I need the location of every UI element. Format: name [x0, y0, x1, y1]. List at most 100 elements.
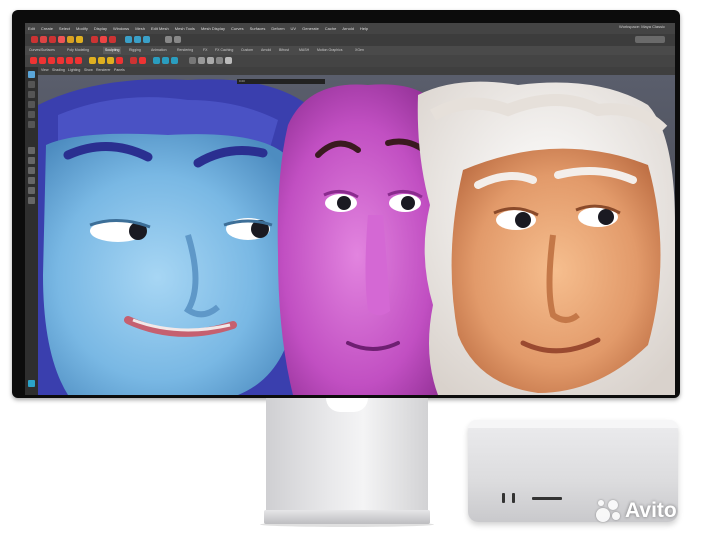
menu-edit-mesh[interactable]: Edit Mesh [148, 26, 172, 31]
menu-generate[interactable]: Generate [299, 26, 322, 31]
shelf-smooth-icon[interactable] [98, 57, 105, 64]
hypershade-icon[interactable] [165, 36, 172, 43]
render-view-icon[interactable] [174, 36, 181, 43]
menu-help[interactable]: Help [357, 26, 371, 31]
panel-panels[interactable]: Panels [114, 68, 125, 72]
search-field[interactable] [635, 36, 665, 43]
ipr-render-icon[interactable] [134, 36, 141, 43]
shelf-scrape-icon[interactable] [207, 57, 214, 64]
panel-shading[interactable]: Shading [52, 68, 65, 72]
move-icon[interactable] [28, 81, 35, 88]
shelf-cube-icon[interactable] [39, 57, 46, 64]
menu-modify[interactable]: Modify [73, 26, 91, 31]
menu-create[interactable]: Create [38, 26, 56, 31]
render-icon[interactable] [125, 36, 132, 43]
paint-select-icon[interactable] [49, 36, 56, 43]
shelf-pinch-icon[interactable] [130, 57, 137, 64]
avito-watermark: Avito [596, 499, 677, 523]
shelf-cone-icon[interactable] [57, 57, 64, 64]
layout-graph-icon[interactable] [28, 197, 35, 204]
shelf-foamy-icon[interactable] [153, 57, 160, 64]
shelf-tab-fx-caching[interactable]: FX Caching [215, 47, 233, 54]
3d-viewport[interactable] [38, 75, 675, 395]
orange-character [417, 81, 675, 395]
panel-lighting[interactable]: Lighting [68, 68, 80, 72]
panel-renderer[interactable]: Renderer [96, 68, 111, 72]
shelf-sculpt-icon[interactable] [89, 57, 96, 64]
shelf-spray-icon[interactable] [162, 57, 169, 64]
shelf-wax-icon[interactable] [198, 57, 205, 64]
scale-tool-icon[interactable] [76, 36, 83, 43]
menu-uv[interactable]: UV [288, 26, 300, 31]
shelf-relax-icon[interactable] [107, 57, 114, 64]
avito-watermark-text: Avito [625, 499, 677, 522]
shelf-tab-animation[interactable]: Animation [151, 47, 167, 54]
layout-single-icon[interactable] [28, 147, 35, 154]
shelf-tab-xgen[interactable]: XGen [355, 47, 364, 54]
panel-show[interactable]: Show [84, 68, 93, 72]
shelf-tab-sculpting[interactable]: Sculpting [103, 47, 122, 54]
shelf-tab-custom[interactable]: Custom [241, 47, 253, 54]
rotate-icon[interactable] [28, 91, 35, 98]
select-tool-icon[interactable] [31, 36, 38, 43]
menu-curves[interactable]: Curves [228, 26, 247, 31]
shelf-plane-icon[interactable] [66, 57, 73, 64]
sd-card-slot-icon [532, 497, 562, 500]
shelf-cylinder-icon[interactable] [48, 57, 55, 64]
mel-script-icon[interactable] [28, 380, 35, 387]
snap-grid-icon[interactable] [91, 36, 98, 43]
mac-studio-top [468, 420, 678, 428]
shelf-torus-icon[interactable] [75, 57, 82, 64]
menu-cache[interactable]: Cache [322, 26, 340, 31]
shelf-tab-fx[interactable]: FX [203, 47, 207, 54]
menu-windows[interactable]: Windows [110, 26, 132, 31]
shelf-tab-curves[interactable]: Curves/Surfaces [29, 47, 55, 54]
shelf-sphere-icon[interactable] [30, 57, 37, 64]
shelf-repeat-icon[interactable] [171, 57, 178, 64]
layout-four-icon[interactable] [28, 157, 35, 164]
scale-icon[interactable] [28, 101, 35, 108]
shelf-knife-icon[interactable] [225, 57, 232, 64]
lasso-tool-icon[interactable] [40, 36, 47, 43]
menu-deform[interactable]: Deform [268, 26, 287, 31]
viewport-hud: 0.00 [237, 79, 325, 84]
rotate-tool-icon[interactable] [67, 36, 74, 43]
shelf-tab-motion-graphics[interactable]: Motion Graphics [317, 47, 342, 54]
render-settings-icon[interactable] [143, 36, 150, 43]
shelf-tab-rendering[interactable]: Rendering [177, 47, 193, 54]
shelf-fill-icon[interactable] [216, 57, 223, 64]
shelf-flatten-icon[interactable] [139, 57, 146, 64]
viewport-panel-menu: View Shading Lighting Show Renderer Pane… [38, 67, 675, 75]
tool-box [25, 67, 38, 395]
layout-side-icon[interactable] [28, 167, 35, 174]
shelf-tab-bifrost[interactable]: Bifrost [279, 47, 289, 54]
menu-arnold[interactable]: Arnold [339, 26, 357, 31]
shelf-tab-mash[interactable]: MASH [299, 47, 309, 54]
move-tool-icon[interactable] [58, 36, 65, 43]
panel-view[interactable]: View [41, 68, 49, 72]
blue-character [38, 79, 308, 395]
display-stand-neck [266, 398, 428, 510]
menu-mesh[interactable]: Mesh [132, 26, 148, 31]
menu-edit[interactable]: Edit [25, 26, 38, 31]
shelf-icons [25, 55, 675, 67]
shelf-imprint-icon[interactable] [189, 57, 196, 64]
snap-curve-icon[interactable] [100, 36, 107, 43]
menu-display[interactable]: Display [91, 26, 110, 31]
menu-surfaces[interactable]: Surfaces [247, 26, 269, 31]
menu-mesh-tools[interactable]: Mesh Tools [172, 26, 198, 31]
shelf-tab-poly[interactable]: Poly Modeling [67, 47, 89, 54]
shelf-tab-arnold[interactable]: Arnold [261, 47, 271, 54]
menu-mesh-display[interactable]: Mesh Display [198, 26, 228, 31]
snap-point-icon[interactable] [109, 36, 116, 43]
usb-c-port-icon [502, 493, 505, 503]
soft-mod-icon[interactable] [28, 121, 35, 128]
menu-select[interactable]: Select [56, 26, 73, 31]
select-arrow-icon[interactable] [28, 71, 35, 78]
layout-outliner-icon[interactable] [28, 187, 35, 194]
layout-persp-icon[interactable] [28, 177, 35, 184]
shelf-tab-rigging[interactable]: Rigging [129, 47, 141, 54]
workspace-label[interactable]: Workspace: Maya Classic [619, 24, 665, 29]
shelf-grab-icon[interactable] [116, 57, 123, 64]
universal-manip-icon[interactable] [28, 111, 35, 118]
